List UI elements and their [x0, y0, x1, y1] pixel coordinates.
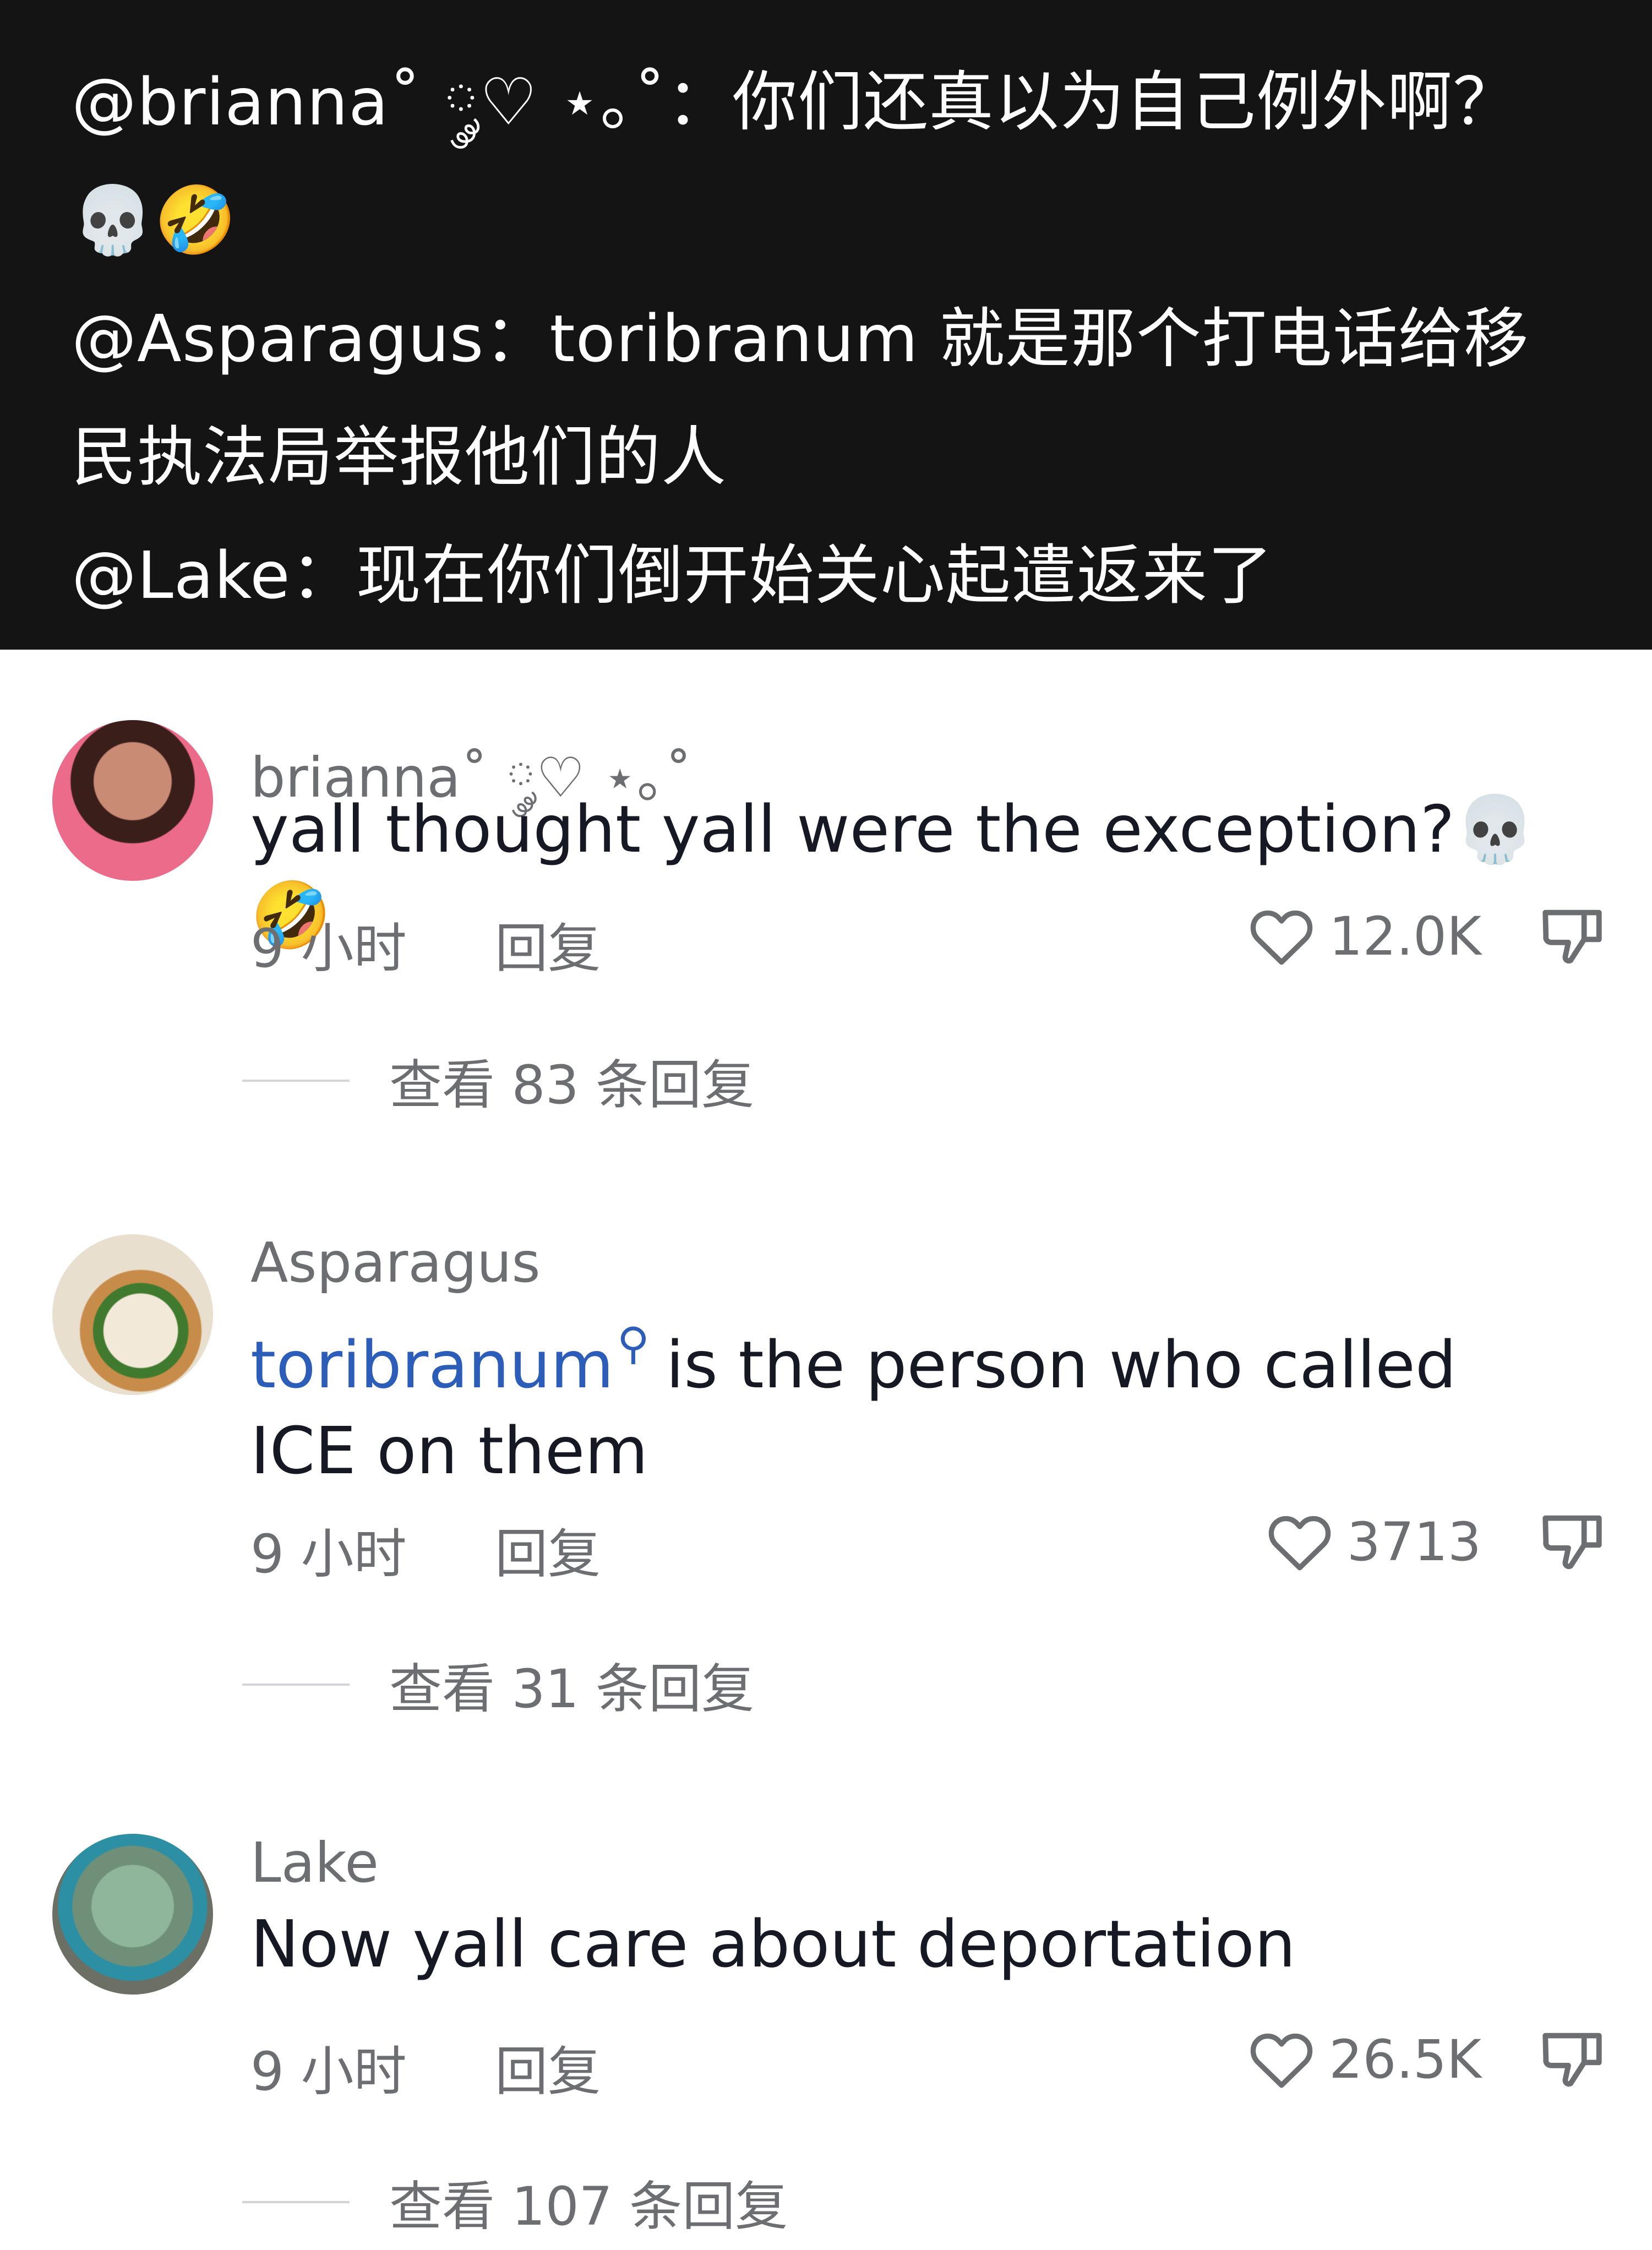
thumbs-down-icon[interactable]	[1536, 2024, 1608, 2095]
mention-link[interactable]: toribranum	[250, 1327, 614, 1403]
like-group: 12.0K	[1245, 900, 1608, 973]
comment-time: 9 小时	[250, 918, 407, 979]
reply-button[interactable]: 回复	[495, 918, 601, 979]
search-icon[interactable]: ⚲	[617, 1318, 650, 1369]
comment-text: Now yall care about deportation	[250, 1906, 1296, 1982]
like-group: 26.5K	[1245, 2023, 1608, 2096]
comment-meta: 9 小时 回复	[250, 1511, 601, 1588]
caption-emoji-line: 💀🤣	[72, 182, 237, 259]
heart-outline-icon[interactable]	[1245, 2023, 1318, 2096]
caption-line: @Lake：现在你们倒开始关心起遣返来了	[72, 537, 1273, 613]
like-count: 26.5K	[1329, 2029, 1481, 2090]
view-replies-label: 查看 83 条回复	[389, 1054, 755, 1116]
translation-caption: @brianna˚ ༘♡ ⋆｡˚：你们还真以为自己例外啊？ 💀🤣 @Aspara…	[0, 0, 1652, 650]
thumbs-down-icon[interactable]	[1536, 901, 1608, 972]
heart-outline-icon[interactable]	[1263, 1506, 1336, 1578]
like-count: 3713	[1346, 1511, 1481, 1573]
avatar[interactable]	[52, 1234, 213, 1395]
comment-username[interactable]: Lake	[250, 1830, 379, 1895]
view-replies-label: 查看 107 条回复	[389, 2176, 788, 2237]
view-replies-button[interactable]: 查看 31 条回复	[242, 1646, 754, 1723]
comment-meta: 9 小时 回复	[250, 906, 601, 982]
caption-line: 民执法局举报他们的人	[72, 419, 727, 495]
avatar[interactable]	[52, 720, 213, 881]
comment-time: 9 小时	[250, 1523, 407, 1585]
caption-line: @Asparagus：toribranum 就是那个打电话给移	[72, 301, 1529, 377]
reply-button[interactable]: 回复	[495, 1523, 601, 1585]
comment-meta: 9 小时 回复	[250, 2029, 601, 2105]
like-count: 12.0K	[1329, 906, 1481, 967]
heart-outline-icon[interactable]	[1245, 900, 1318, 973]
divider-line	[242, 2200, 350, 2203]
reply-button[interactable]: 回复	[495, 2041, 601, 2102]
caption-line: @brianna˚ ༘♡ ⋆｡˚：你们还真以为自己例外啊？	[72, 64, 1518, 140]
avatar[interactable]	[52, 1834, 213, 1995]
comment-username[interactable]: Asparagus	[250, 1230, 541, 1295]
thumbs-down-icon[interactable]	[1536, 1506, 1608, 1578]
comment-time: 9 小时	[250, 2041, 407, 2102]
view-replies-button[interactable]: 查看 83 条回复	[242, 1042, 754, 1119]
view-replies-button[interactable]: 查看 107 条回复	[242, 2164, 788, 2240]
view-replies-label: 查看 31 条回复	[389, 1658, 755, 1720]
divider-line	[242, 1683, 350, 1686]
comment-text-block: toribranum⚲ is the person who called ICE …	[250, 1301, 1572, 1494]
like-group: 3713	[1263, 1506, 1608, 1578]
divider-line	[242, 1079, 350, 1082]
